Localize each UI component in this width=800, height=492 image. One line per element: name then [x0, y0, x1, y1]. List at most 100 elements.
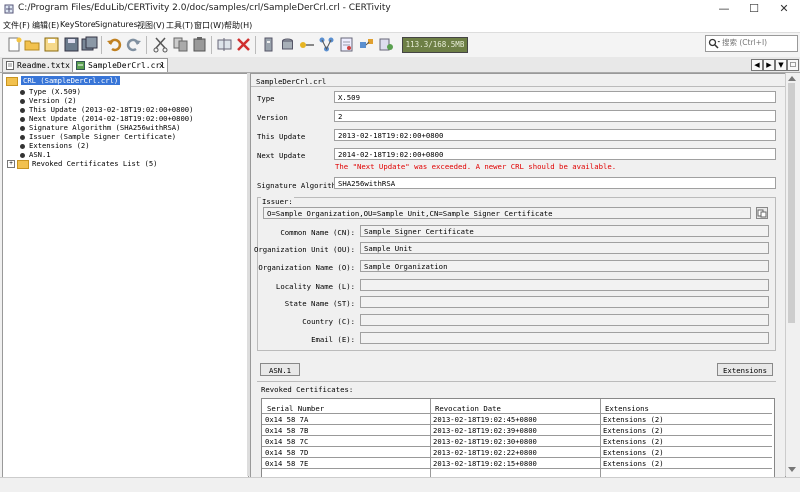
search-box[interactable]	[705, 35, 798, 52]
ou-field[interactable]: Sample Unit	[360, 242, 769, 254]
table-cell-serial[interactable]: 0x14 58 7A	[265, 415, 308, 424]
tree-root[interactable]: CRL (SampleDerCrl.crl)	[6, 76, 121, 86]
menu-view[interactable]: 视图(V)	[137, 20, 165, 31]
text-file-icon	[6, 61, 14, 70]
certificate-icon[interactable]	[338, 36, 355, 53]
table-cell-date[interactable]: 2013-02-18T19:02:15+0800	[433, 459, 537, 468]
menu-help[interactable]: 帮助(H)	[224, 20, 252, 31]
tree-item-version[interactable]: Version (2)	[20, 96, 77, 105]
revoked-certificates-table: Serial Number Revocation Date Extensions…	[261, 398, 775, 477]
save-icon[interactable]	[43, 36, 60, 53]
search-input[interactable]	[722, 37, 794, 48]
app-icon	[4, 4, 14, 14]
scroll-down-icon[interactable]	[788, 467, 796, 473]
sign-icon[interactable]	[358, 36, 375, 53]
tree-item-asn1[interactable]: ASN.1	[20, 150, 51, 159]
table-cell-serial[interactable]: 0x14 58 7B	[265, 426, 308, 435]
column-header-serial[interactable]: Serial Number	[267, 404, 324, 413]
table-cell-serial[interactable]: 0x14 58 7C	[265, 437, 308, 446]
tree-item-next-update[interactable]: Next Update (2014-02-18T19:02:00+0800)	[20, 114, 193, 123]
c-field[interactable]	[360, 314, 769, 326]
keystore-icon[interactable]	[260, 36, 277, 53]
st-field[interactable]	[360, 296, 769, 308]
menu-window[interactable]: 窗口(W)	[194, 20, 224, 31]
undo-icon[interactable]	[106, 36, 123, 53]
save-all-icon[interactable]	[81, 36, 98, 53]
scroll-tabs-left-button[interactable]: ◀	[751, 59, 763, 71]
cn-field[interactable]: Sample Signer Certificate	[360, 225, 769, 237]
tree-item-extensions[interactable]: Extensions (2)	[20, 141, 90, 150]
expand-icon[interactable]: +	[7, 160, 15, 168]
tree-item-type[interactable]: Type (X.509)	[20, 87, 81, 96]
new-file-icon[interactable]	[6, 36, 23, 53]
close-window-button[interactable]: ✕	[769, 0, 799, 18]
scroll-up-icon[interactable]	[788, 75, 796, 81]
maximize-button[interactable]: ☐	[739, 0, 769, 18]
keystore-db-icon[interactable]	[279, 36, 296, 53]
table-cell-serial[interactable]: 0x14 58 7E	[265, 459, 308, 468]
tab-list-button[interactable]: ▼	[775, 59, 787, 71]
extensions-button[interactable]: Extensions	[717, 363, 773, 376]
menu-keystore[interactable]: KeyStore	[60, 20, 96, 29]
bullet-icon	[20, 107, 25, 113]
search-icon	[708, 38, 720, 49]
signature-algorithm-field[interactable]: SHA256withRSA	[334, 177, 776, 189]
verify-icon[interactable]	[378, 36, 395, 53]
issuer-dn-field[interactable]: O=Sample Organization,OU=Sample Unit,CN=…	[263, 207, 751, 219]
tree-item-label: ASN.1	[29, 150, 51, 159]
menu-tools[interactable]: 工具(T)	[166, 20, 193, 31]
table-cell-date[interactable]: 2013-02-18T19:02:39+0800	[433, 426, 537, 435]
copy-dn-icon[interactable]	[756, 207, 768, 219]
scrollbar-thumb[interactable]	[788, 83, 795, 323]
crl-details-panel: SampleDerCrl.crl Type X.509 Version 2 Th…	[250, 73, 786, 478]
open-folder-icon[interactable]	[24, 36, 41, 53]
version-field[interactable]: 2	[334, 110, 776, 122]
column-header-revocation-date[interactable]: Revocation Date	[435, 404, 501, 413]
cut-icon[interactable]	[152, 36, 169, 53]
column-header-extensions[interactable]: Extensions	[605, 404, 649, 413]
table-cell-extensions[interactable]: Extensions (2)	[603, 437, 664, 446]
redo-icon[interactable]	[125, 36, 142, 53]
tree-item-label: Next Update (2014-02-18T19:02:00+0800)	[29, 114, 194, 123]
tree-item-signature-algorithm[interactable]: Signature Algorithm (SHA256withRSA)	[20, 123, 180, 132]
asn1-button[interactable]: ASN.1	[260, 363, 300, 376]
tree-item-issuer[interactable]: Issuer (Sample Signer Certificate)	[20, 132, 176, 141]
table-cell-extensions[interactable]: Extensions (2)	[603, 459, 664, 468]
copy-icon[interactable]	[172, 36, 189, 53]
properties-icon[interactable]	[216, 36, 233, 53]
this-update-field[interactable]: 2013-02-18T19:02:00+0800	[334, 129, 776, 141]
save-as-icon[interactable]	[63, 36, 80, 53]
delete-icon[interactable]	[235, 36, 252, 53]
key-pair-icon[interactable]	[298, 36, 315, 53]
tree-item-this-update[interactable]: This Update (2013-02-18T19:02:00+0800)	[20, 105, 193, 114]
tree-item-label: Extensions (2)	[29, 141, 90, 150]
next-update-field[interactable]: 2014-02-18T19:02:00+0800	[334, 148, 776, 160]
l-field[interactable]	[360, 279, 769, 291]
table-cell-serial[interactable]: 0x14 58 7D	[265, 448, 308, 457]
memory-indicator[interactable]: 113.3/168.5MB	[402, 37, 468, 53]
tab-readme[interactable]: Readme.txt x	[2, 58, 74, 72]
close-tab-icon[interactable]: x	[159, 59, 164, 72]
folder-icon	[6, 76, 18, 86]
tree-item-label: This Update (2013-02-18T19:02:00+0800)	[29, 105, 194, 114]
table-cell-date[interactable]: 2013-02-18T19:02:22+0800	[433, 448, 537, 457]
table-cell-extensions[interactable]: Extensions (2)	[603, 426, 664, 435]
e-field[interactable]	[360, 332, 769, 344]
tree-item-revoked-list[interactable]: + Revoked Certificates List (5)	[7, 159, 158, 169]
table-cell-date[interactable]: 2013-02-18T19:02:45+0800	[433, 415, 537, 424]
scroll-tabs-right-button[interactable]: ▶	[763, 59, 775, 71]
menu-file[interactable]: 文件(F)	[3, 20, 30, 31]
close-tab-icon[interactable]: x	[65, 59, 70, 72]
paste-icon[interactable]	[191, 36, 208, 53]
minimize-button[interactable]: —	[709, 0, 739, 18]
o-field[interactable]: Sample Organization	[360, 260, 769, 272]
type-field[interactable]: X.509	[334, 91, 776, 103]
table-cell-date[interactable]: 2013-02-18T19:02:30+0800	[433, 437, 537, 446]
network-icon[interactable]	[318, 36, 335, 53]
menu-signatures[interactable]: Signatures	[95, 20, 138, 29]
menu-edit[interactable]: 编辑(E)	[32, 20, 59, 31]
tab-sampledercrl[interactable]: SampleDerCrl.crl x	[72, 58, 168, 72]
table-cell-extensions[interactable]: Extensions (2)	[603, 415, 664, 424]
maximize-tab-button[interactable]: ☐	[787, 59, 799, 71]
table-cell-extensions[interactable]: Extensions (2)	[603, 448, 664, 457]
